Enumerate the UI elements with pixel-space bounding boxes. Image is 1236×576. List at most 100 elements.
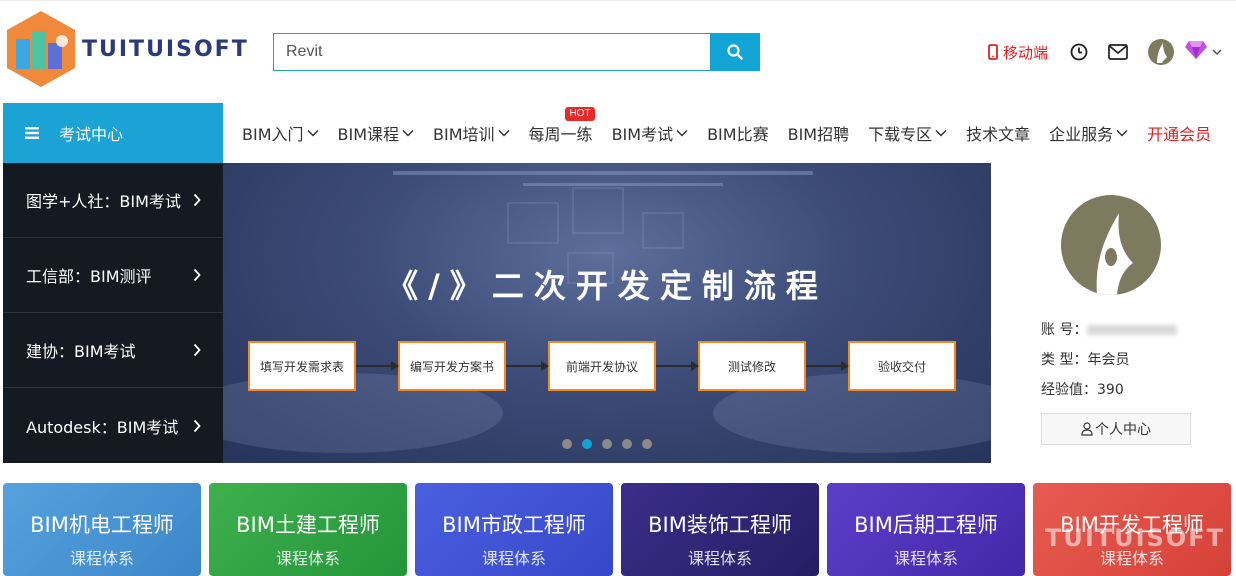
user-card: 账 号： 类 型： 年会员 经验值： 390 个人中心 <box>991 163 1236 463</box>
chevron-down-icon <box>402 129 414 137</box>
nav-item[interactable]: 企业服务 <box>1049 121 1128 145</box>
user-avatar[interactable] <box>1148 39 1174 65</box>
nav-item-label: BIM考试 <box>611 125 674 144</box>
banner-carousel[interactable]: 《/》二次开发定制流程 填写开发需求表 编写开发方案书 前端开发协议 测试修改 验收交付 <box>223 163 991 463</box>
course-card[interactable]: BIM市政工程师课程体系 <box>415 483 613 576</box>
chevron-right-icon <box>193 193 201 207</box>
side-menu-label: 图学+人社：BIM考试 <box>26 192 181 211</box>
clock-icon <box>1070 43 1088 61</box>
nav-item[interactable]: BIM课程 <box>338 121 415 145</box>
user-avatar-large[interactable] <box>1061 195 1161 295</box>
chevron-right-icon <box>193 343 201 357</box>
phone-icon <box>988 44 998 60</box>
nav-item-label: 开通会员 <box>1147 125 1212 144</box>
side-menu-item[interactable]: 工信部：BIM测评 <box>3 238 223 313</box>
side-menu-label: 工信部：BIM测评 <box>26 267 152 286</box>
account-value-redacted <box>1087 325 1178 335</box>
nav-item[interactable]: BIM培训 <box>433 121 510 145</box>
mail-icon <box>1108 44 1128 60</box>
course-card[interactable]: BIM机电工程师课程体系 <box>3 483 201 576</box>
exp-row: 经验值： 390 <box>1041 375 1177 405</box>
menu-icon <box>25 127 39 139</box>
chevron-down-icon[interactable] <box>1212 48 1222 56</box>
process-step: 测试修改 <box>698 341 806 391</box>
exam-side-menu: 图学+人社：BIM考试 工信部：BIM测评 建协：BIM考试 Autodesk：BIM… <box>3 163 223 463</box>
course-title: BIM后期工程师 <box>854 513 998 537</box>
nav-item-label: BIM比赛 <box>707 125 769 144</box>
mobile-link[interactable]: 移动端 <box>988 42 1048 63</box>
chevron-down-icon <box>498 129 510 137</box>
nav-item[interactable]: BIM入门 <box>242 121 319 145</box>
user-info: 账 号： 类 型： 年会员 经验值： 390 <box>1041 315 1178 405</box>
course-card[interactable]: BIM开发工程师 课程体系 TUITUISOFT <box>1033 483 1231 576</box>
search-icon <box>727 44 743 60</box>
step-arrow <box>506 361 549 371</box>
account-label: 账 号： <box>1041 322 1088 338</box>
logo-text: TUITUISOFT <box>82 36 249 62</box>
side-menu-item[interactable]: 图学+人社：BIM考试 <box>3 163 223 238</box>
side-menu-item[interactable]: 建协：BIM考试 <box>3 313 223 388</box>
nav-item[interactable]: BIM考试 <box>612 121 689 145</box>
watermark: TUITUISOFT <box>1044 524 1225 552</box>
nav-item-label: BIM课程 <box>337 125 400 144</box>
nav-item[interactable]: 下载专区 <box>868 121 947 145</box>
personal-center-label: 个人中心 <box>1095 422 1151 438</box>
header: TUITUISOFT 移动端 <box>0 0 1236 100</box>
logo-hex-icon <box>7 11 75 87</box>
personal-center-button[interactable]: 个人中心 <box>1041 413 1191 445</box>
exam-center-label: 考试中心 <box>59 125 124 144</box>
course-card[interactable]: BIM装饰工程师 课程体系 <box>621 483 819 576</box>
course-subtitle: 课程体系 <box>69 549 134 568</box>
nav-item[interactable]: BIM比赛 <box>707 121 769 145</box>
side-menu-label: Autodesk：BIM考试 <box>26 417 179 437</box>
course-cards: BIM机电工程师 课程体系 BIM土建工程师 课程体系 BIM市政工程师 课程体系 BIM装… <box>3 483 1236 576</box>
nav-item[interactable]: 开通会员 <box>1147 121 1211 145</box>
account-row: 账 号： <box>1041 315 1178 345</box>
chevron-down-icon <box>935 129 947 137</box>
carousel-dot[interactable] <box>602 439 612 449</box>
step-arrow <box>806 361 849 371</box>
nav-item[interactable]: BIM招聘 <box>788 121 850 145</box>
nav-item-label: BIM培训 <box>433 125 495 144</box>
search-bar <box>273 33 760 71</box>
diamond-icon <box>1185 41 1207 59</box>
side-menu-item[interactable]: Autodesk：BIM考试 <box>3 388 223 463</box>
course-subtitle: 课程体系 <box>687 549 752 568</box>
side-menu-label: 建协：BIM考试 <box>26 342 136 361</box>
carousel-dot[interactable] <box>562 439 572 449</box>
message-button[interactable] <box>1108 44 1128 60</box>
exp-value: 390 <box>1097 382 1124 398</box>
hot-badge: HOT <box>565 107 595 121</box>
carousel-dots <box>562 439 662 449</box>
course-subtitle: 课程体系 <box>481 549 546 568</box>
site-logo[interactable]: TUITUISOFT <box>4 9 249 89</box>
process-step: 前端开发协议 <box>548 341 656 391</box>
process-steps: 填写开发需求表 编写开发方案书 前端开发协议 测试修改 验收交付 <box>248 341 956 391</box>
course-title: BIM市政工程师 <box>442 513 586 537</box>
vip-gem[interactable] <box>1184 40 1208 64</box>
chevron-down-icon <box>1116 129 1128 137</box>
avatar-rabbit-icon <box>1096 213 1133 295</box>
course-title: BIM土建工程师 <box>236 513 380 537</box>
course-title: BIM机电工程师 <box>30 513 174 537</box>
header-actions: 移动端 <box>988 39 1222 65</box>
course-card[interactable]: BIM土建工程师 课程体系 <box>209 483 407 576</box>
carousel-dot[interactable] <box>582 439 592 449</box>
carousel-dot[interactable] <box>622 439 632 449</box>
history-button[interactable] <box>1070 43 1088 61</box>
course-card[interactable]: BIM后期工程师课程体系 <box>827 483 1025 576</box>
chevron-right-icon <box>193 268 201 282</box>
process-step: 编写开发方案书 <box>398 341 506 391</box>
exp-label: 经验值： <box>1041 382 1097 398</box>
search-button[interactable] <box>710 33 760 71</box>
nav-item[interactable]: 技术文章 <box>966 121 1030 145</box>
course-subtitle: 课程体系 <box>893 549 958 568</box>
process-step: 验收交付 <box>848 341 956 391</box>
carousel-dot[interactable] <box>642 439 652 449</box>
exam-center-button[interactable]: 考试中心 <box>3 103 223 163</box>
chevron-right-icon <box>193 419 201 432</box>
banner-title: 《/》二次开发定制流程 <box>386 267 828 305</box>
nav-item[interactable]: 每周一练 HOT <box>529 107 595 145</box>
search-input[interactable] <box>273 33 710 71</box>
step-arrow <box>656 361 699 371</box>
